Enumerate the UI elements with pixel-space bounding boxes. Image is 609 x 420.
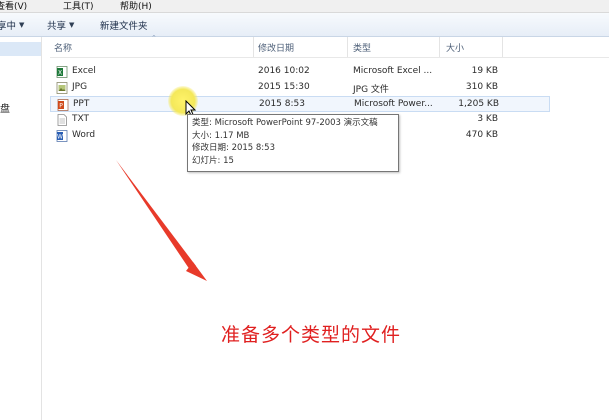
annotation-arrow-icon [116, 160, 207, 281]
annotation-caption: 准备多个类型的文件 [221, 324, 402, 346]
